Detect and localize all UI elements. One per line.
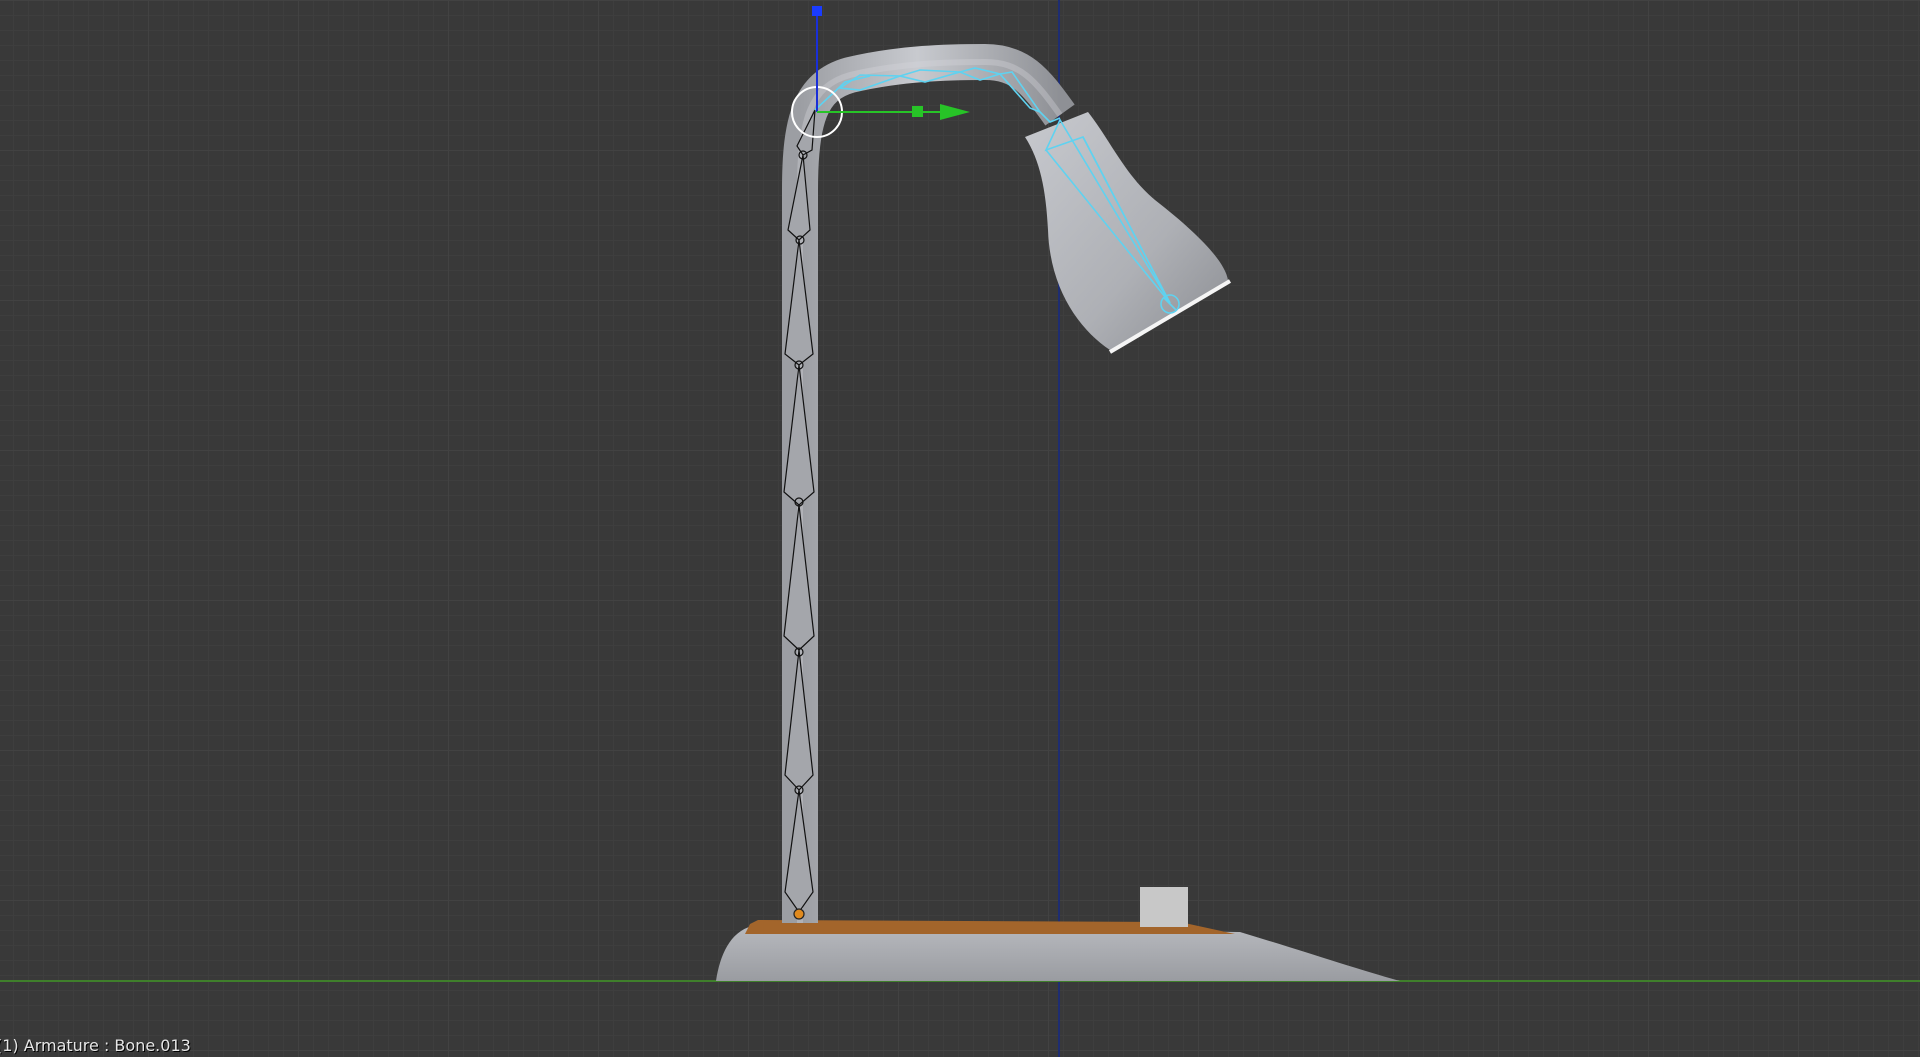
lamp-arm-mesh[interactable]	[782, 43, 1075, 923]
status-text: (1) Armature : Bone.013	[0, 1036, 191, 1055]
scene-canvas[interactable]	[0, 0, 1920, 1057]
lamp-switch[interactable]	[1140, 887, 1188, 927]
3d-viewport[interactable]: (1) Armature : Bone.013	[0, 0, 1920, 1057]
